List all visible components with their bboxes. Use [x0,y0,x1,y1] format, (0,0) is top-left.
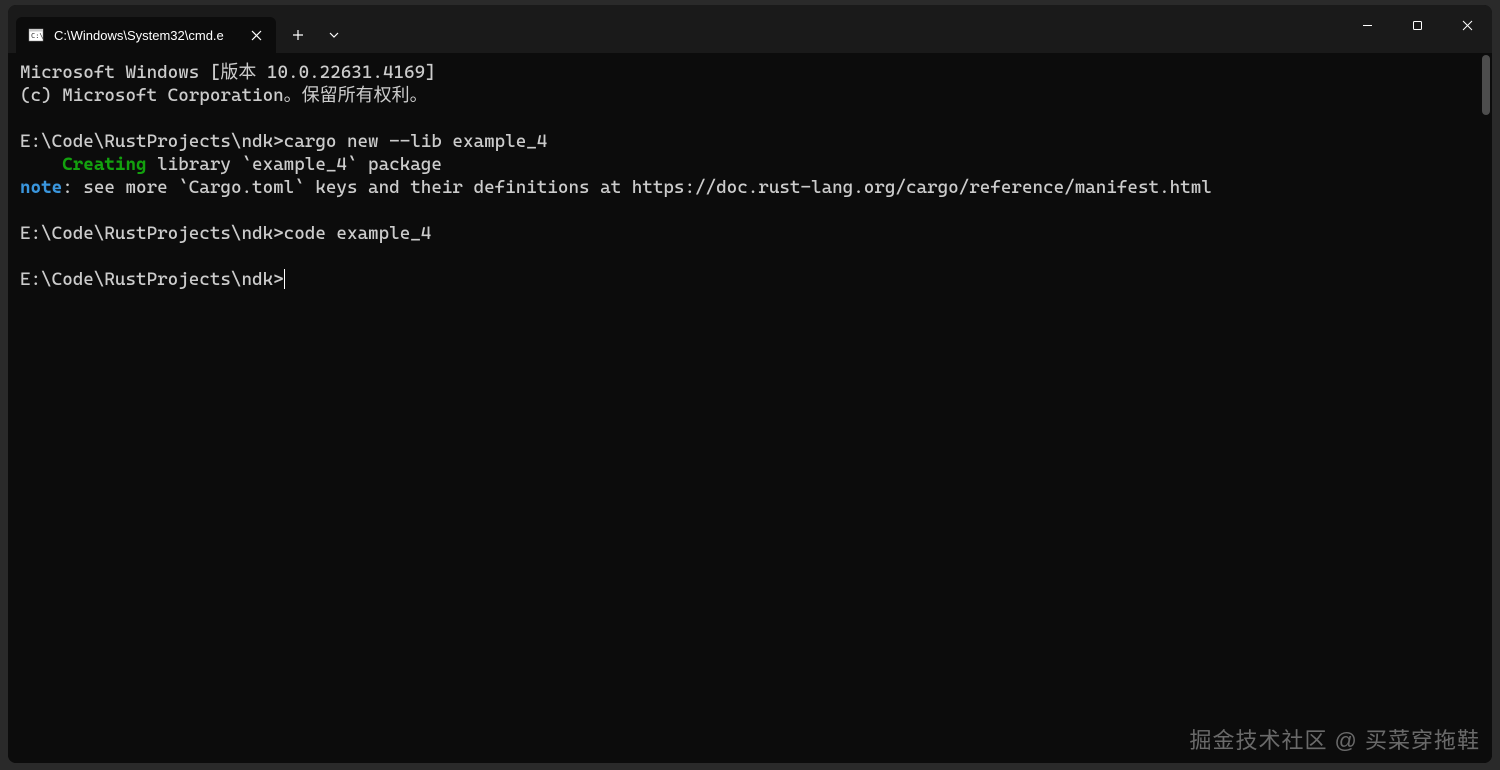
window-close-button[interactable] [1442,5,1492,45]
terminal-prompt: E:\Code\RustProjects\ndk> [20,269,284,290]
terminal-prompt: E:\Code\RustProjects\ndk> [20,131,284,152]
tab-area: C:\ C:\Windows\System32\cmd.e [8,5,352,53]
tab-title: C:\Windows\System32\cmd.e [54,28,236,43]
terminal-status-creating: Creating [62,154,146,175]
terminal-command: code example_4 [284,223,432,244]
terminal-command: cargo new --lib example_4 [284,131,548,152]
titlebar: C:\ C:\Windows\System32\cmd.e [8,5,1492,53]
cursor [284,269,285,289]
terminal-line: (c) Microsoft Corporation。保留所有权利。 [20,85,428,106]
terminal-output: : see more `Cargo.toml` keys and their d… [62,177,1212,198]
terminal-line: Microsoft Windows [版本 10.0.22631.4169] [20,62,436,83]
terminal-content: Microsoft Windows [版本 10.0.22631.4169] (… [8,53,1492,299]
scrollbar-thumb[interactable] [1482,55,1490,115]
terminal-window: C:\ C:\Windows\System32\cmd.e [8,5,1492,763]
terminal-output: library `example_4` package [147,154,442,175]
terminal-prompt: E:\Code\RustProjects\ndk> [20,223,284,244]
terminal-area[interactable]: Microsoft Windows [版本 10.0.22631.4169] (… [8,53,1492,763]
window-controls [1342,5,1492,45]
watermark: 掘金技术社区 @ 买菜穿拖鞋 [1189,723,1480,755]
maximize-button[interactable] [1392,5,1442,45]
tab-cmd[interactable]: C:\ C:\Windows\System32\cmd.e [16,17,276,53]
svg-text:C:\: C:\ [31,32,44,40]
tab-close-button[interactable] [246,25,266,45]
cmd-icon: C:\ [28,27,44,43]
tab-dropdown-button[interactable] [316,17,352,53]
terminal-note-label: note [20,177,62,198]
scrollbar[interactable] [1478,53,1492,763]
new-tab-button[interactable] [280,17,316,53]
terminal-indent [20,154,62,175]
minimize-button[interactable] [1342,5,1392,45]
